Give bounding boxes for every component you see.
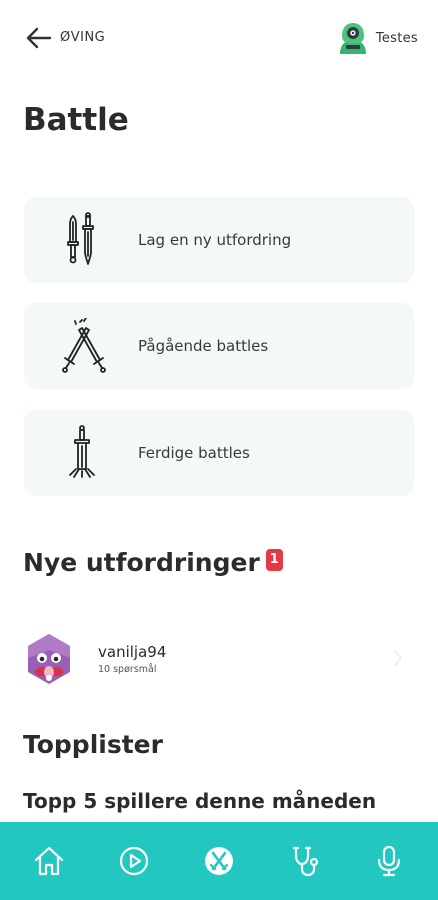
finished-battles-card[interactable]: Ferdige battles	[24, 410, 414, 496]
bottom-nav	[0, 822, 438, 900]
challenger-name: vanilja94	[98, 643, 167, 661]
list-item[interactable]: vanilja94 10 spørsmål	[24, 630, 414, 688]
crossed-swords-icon	[62, 318, 106, 373]
nav-battle[interactable]	[197, 839, 241, 883]
profile-name: Testes	[375, 30, 418, 46]
question-count: 10 spørsmål	[98, 664, 157, 675]
avatar	[339, 23, 366, 54]
sword-in-ground-icon	[69, 425, 95, 478]
toplists-subtitle: Topp 5 spillere denne måneden	[23, 789, 377, 813]
nav-health[interactable]	[282, 839, 326, 883]
profile-button[interactable]: Testes	[336, 20, 418, 56]
nav-microphone[interactable]	[367, 839, 411, 883]
back-button[interactable]	[24, 26, 52, 50]
swords-upright-icon	[67, 212, 94, 265]
chevron-right-icon	[394, 650, 403, 666]
page-title: Battle	[23, 102, 129, 138]
back-label[interactable]: ØVING	[60, 30, 105, 45]
battle-icon	[204, 847, 233, 875]
new-challenges-heading: Nye utfordringer 1	[23, 548, 283, 577]
top-bar: ØVING Testes	[0, 0, 438, 78]
create-challenge-label: Lag en ny utfordring	[138, 231, 292, 249]
notification-badge: 1	[265, 549, 283, 571]
toplists-title: Topplister	[23, 730, 163, 759]
stethoscope-icon	[293, 846, 319, 877]
create-challenge-card[interactable]: Lag en ny utfordring	[24, 197, 414, 283]
ongoing-battles-label: Pågående battles	[138, 337, 269, 355]
ongoing-battles-card[interactable]: Pågående battles	[24, 303, 414, 389]
nav-play[interactable]	[112, 839, 156, 883]
play-icon	[119, 846, 148, 876]
home-icon	[34, 846, 63, 876]
finished-battles-label: Ferdige battles	[138, 444, 250, 462]
avatar	[28, 634, 70, 684]
new-challenges-title: Nye utfordringer	[23, 548, 260, 577]
microphone-icon	[378, 845, 401, 877]
arrow-left-icon	[26, 27, 52, 49]
nav-home[interactable]	[27, 839, 71, 883]
